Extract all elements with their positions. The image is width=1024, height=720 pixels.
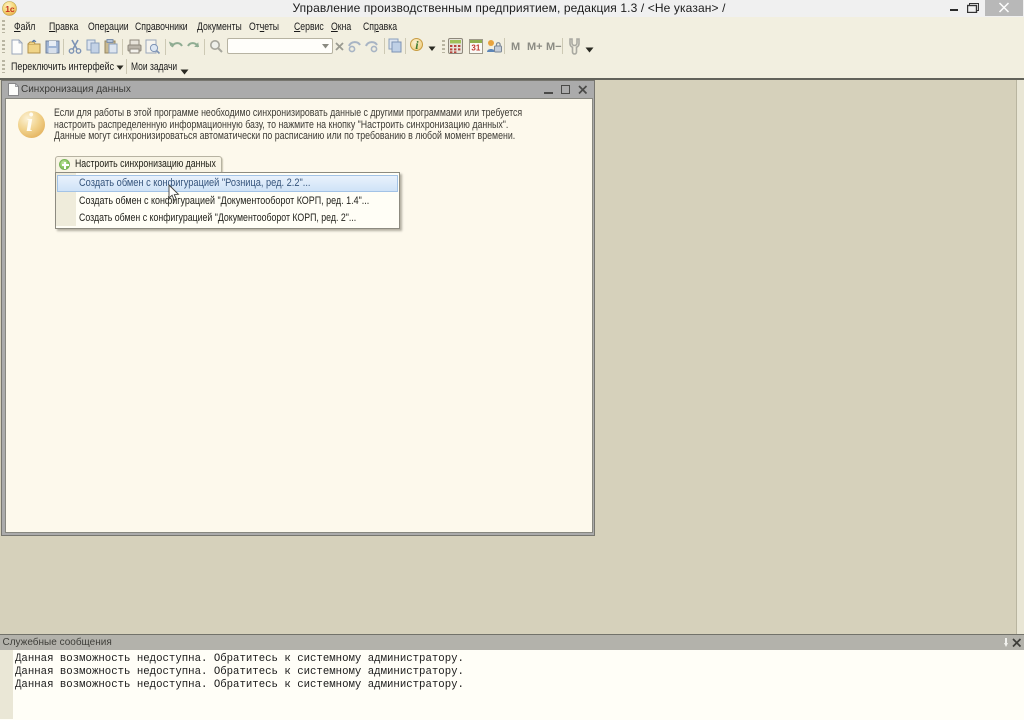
svg-text:31: 31	[471, 44, 480, 53]
